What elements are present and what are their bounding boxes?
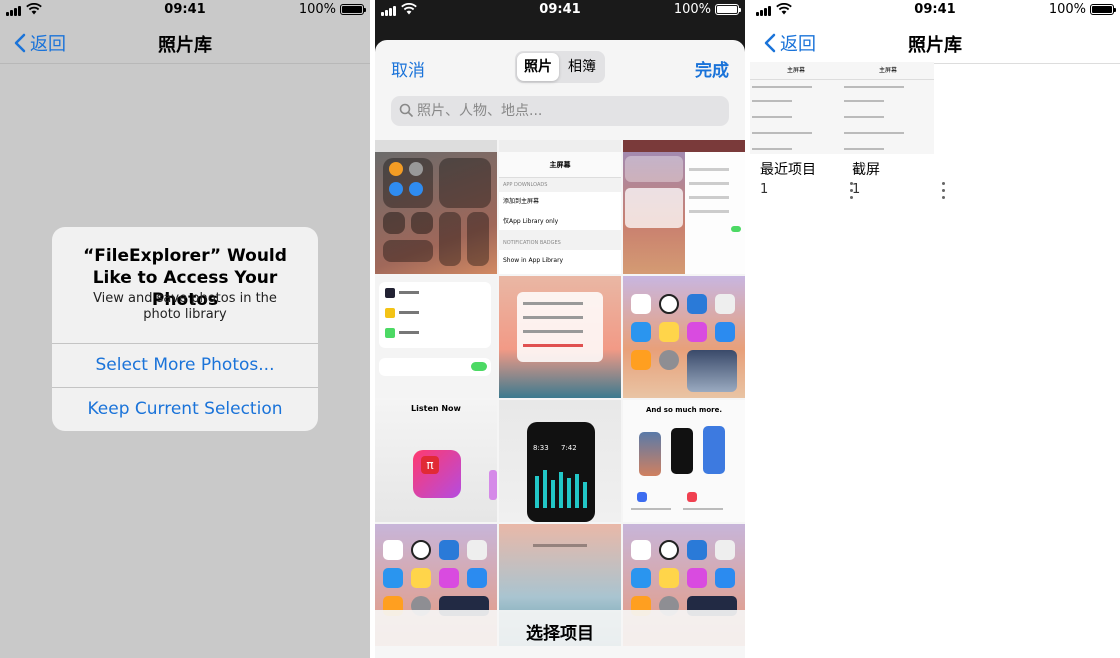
thumb-text: 仅App Library only xyxy=(503,218,559,225)
battery-percent: 100% xyxy=(1048,2,1086,17)
search-icon xyxy=(399,103,413,117)
alert-message: View and save photos in the photo librar… xyxy=(93,291,277,322)
photo-thumbnail[interactable] xyxy=(375,276,497,398)
done-button[interactable]: 完成 xyxy=(695,56,729,81)
album-count: 1 xyxy=(760,182,769,197)
thumb-text: 添加到主屏幕 xyxy=(503,198,540,205)
photo-grid: 主屏幕 APP DOWNLOADS 添加到主屏幕 仅App Library on… xyxy=(375,140,745,646)
more-icon[interactable] xyxy=(942,182,946,202)
photo-thumbnail[interactable]: 8:33 7:42 xyxy=(499,400,621,522)
thumb-text: 主屏幕 xyxy=(842,62,934,80)
photo-thumbnail[interactable] xyxy=(499,276,621,398)
permission-alert: “FileExplorer” Would Like to Access Your… xyxy=(52,227,318,431)
thumb-text: 8:33 xyxy=(533,444,549,452)
photo-thumbnail[interactable] xyxy=(623,276,745,398)
battery-percent: 100% xyxy=(298,2,336,17)
photo-thumbnail[interactable]: Listen Now π xyxy=(375,400,497,522)
cancel-button[interactable]: 取消 xyxy=(391,56,425,81)
photo-picker-screen: 09:41 100% 取消 照片 相簿 完成 照片、人物、地点... 主屏幕 A… xyxy=(375,0,745,658)
album-count: 1 xyxy=(852,182,861,197)
nav-bar: 返回 照片库 xyxy=(0,20,370,64)
thumb-text: 主屏幕 xyxy=(499,152,621,178)
keep-current-selection-button[interactable]: Keep Current Selection xyxy=(52,387,318,431)
battery-icon xyxy=(715,4,741,15)
thumb-text: NOTIFICATION BADGES xyxy=(503,240,561,246)
photo-library-screen: 09:41 100% 返回 照片库 主屏幕 最近项目 1 主屏幕 截屏 1 xyxy=(750,0,1120,658)
photo-thumbnail[interactable]: 主屏幕 APP DOWNLOADS 添加到主屏幕 仅App Library on… xyxy=(499,152,621,274)
picker-sheet: 取消 照片 相簿 完成 照片、人物、地点... 主屏幕 APP DOWNLOAD… xyxy=(375,40,745,658)
status-bar: 09:41 100% xyxy=(375,0,745,20)
tab-photos[interactable]: 照片 xyxy=(517,53,559,81)
select-more-photos-button[interactable]: Select More Photos... xyxy=(52,343,318,387)
photo-thumbnail[interactable] xyxy=(623,140,745,152)
select-items-bar: 选择项目 xyxy=(375,610,745,658)
battery-icon xyxy=(340,4,366,15)
status-bar: 09:41 100% xyxy=(750,0,1120,20)
photo-thumbnail[interactable] xyxy=(375,152,497,274)
album-name: 截屏 xyxy=(852,162,880,178)
album-recents[interactable]: 主屏幕 最近项目 1 xyxy=(750,62,853,199)
album-name: 最近项目 xyxy=(760,162,816,178)
thumb-text: Listen Now xyxy=(411,404,461,413)
status-bar: 09:41 100% xyxy=(0,0,370,20)
photo-thumbnail[interactable] xyxy=(499,140,621,152)
segmented-control: 照片 相簿 xyxy=(515,51,605,83)
album-screenshots[interactable]: 主屏幕 截屏 1 xyxy=(842,62,945,199)
thumb-text: 7:42 xyxy=(561,444,577,452)
thumb-text: APP DOWNLOADS xyxy=(503,182,548,188)
search-input[interactable] xyxy=(417,96,717,126)
page-title: 照片库 xyxy=(908,35,962,56)
battery-icon xyxy=(1090,4,1116,15)
photo-thumbnail[interactable]: And so much more. xyxy=(623,400,745,522)
nav-bar: 返回 照片库 xyxy=(750,20,1120,64)
permission-screen: 09:41 100% 返回 照片库 “FileExplorer” Would L… xyxy=(0,0,370,658)
page-title: 照片库 xyxy=(158,35,212,56)
thumb-text: 主屏幕 xyxy=(750,62,842,80)
battery-percent: 100% xyxy=(673,2,711,17)
photo-thumbnail[interactable] xyxy=(375,140,497,152)
album-thumbnail: 主屏幕 xyxy=(750,62,842,154)
album-thumbnail: 主屏幕 xyxy=(842,62,934,154)
thumb-text: Show in App Library xyxy=(503,257,564,264)
thumb-text: And so much more. xyxy=(645,406,723,414)
photo-thumbnail[interactable] xyxy=(623,152,745,274)
tab-albums[interactable]: 相簿 xyxy=(561,53,603,81)
search-field[interactable] xyxy=(391,96,729,126)
